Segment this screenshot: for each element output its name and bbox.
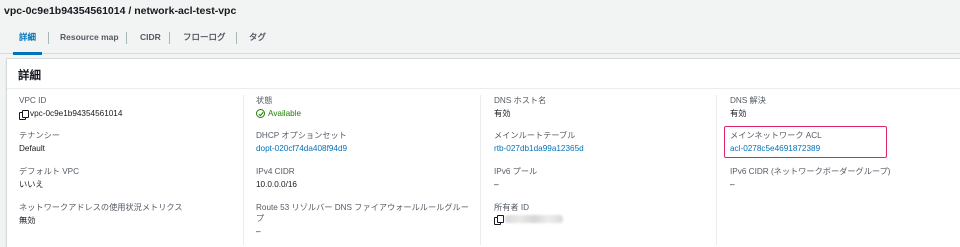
dhcp-options-link[interactable]: dopt-020cf74da408f94d9 xyxy=(256,143,347,154)
field-dhcp-options: DHCP オプションセット dopt-020cf74da408f94d9 xyxy=(256,130,347,154)
field-vpc-id: VPC ID vpc-0c9e1b94354561014 xyxy=(19,95,123,120)
field-ipv6-cidr: IPv6 CIDR (ネットワークボーダーグループ) – xyxy=(730,166,891,190)
field-ipv4-cidr: IPv4 CIDR 10.0.0.0/16 xyxy=(256,166,297,190)
tab-tags[interactable]: タグ xyxy=(249,22,266,54)
main-route-table-link[interactable]: rtb-027db1da99a12365d xyxy=(494,143,584,154)
field-label: IPv6 CIDR (ネットワークボーダーグループ) xyxy=(730,167,891,176)
field-label: DNS 解決 xyxy=(730,96,766,105)
field-route53-resolver: Route 53 リゾルバー DNS ファイアウォールルールグループ – xyxy=(256,202,474,237)
page-title: vpc-0c9e1b94354561014 / network-acl-test… xyxy=(4,5,237,17)
field-network-address-metrics: ネットワークアドレスの使用状況メトリクス 無効 xyxy=(19,202,183,226)
column-divider xyxy=(480,95,481,245)
field-label: ネットワークアドレスの使用状況メトリクス xyxy=(19,203,183,212)
field-value: – xyxy=(256,227,261,236)
field-tenancy: テナンシー Default xyxy=(19,130,60,154)
field-ipv6-pool: IPv6 プール – xyxy=(494,166,537,190)
tab-bar: 詳細 Resource map CIDR フローログ タグ xyxy=(0,22,960,55)
field-value: Default xyxy=(19,144,45,153)
field-default-vpc: デフォルト VPC いいえ xyxy=(19,166,79,190)
vpc-id-value: vpc-0c9e1b94354561014 xyxy=(30,109,123,118)
check-circle-icon xyxy=(256,109,265,118)
tab-divider xyxy=(48,32,49,44)
field-label: メインルートテーブル xyxy=(494,131,576,140)
tab-divider xyxy=(236,32,237,44)
field-main-route-table: メインルートテーブル rtb-027db1da99a12365d xyxy=(494,130,584,154)
tab-divider xyxy=(169,32,170,44)
field-label: DNS ホスト名 xyxy=(494,96,547,105)
field-label: DHCP オプションセット xyxy=(256,131,347,140)
field-label: デフォルト VPC xyxy=(19,167,80,176)
field-dns-hostnames: DNS ホスト名 有効 xyxy=(494,95,546,119)
tab-divider xyxy=(126,32,127,44)
field-label: 所有者 ID xyxy=(494,203,530,212)
field-value: Available xyxy=(256,108,301,119)
field-label: IPv4 CIDR xyxy=(256,167,295,176)
tab-flow-logs[interactable]: フローログ xyxy=(183,22,226,54)
copy-icon[interactable] xyxy=(494,215,504,225)
tab-resource-map[interactable]: Resource map xyxy=(60,22,119,54)
field-value: – xyxy=(494,180,499,189)
panel-header: 詳細 xyxy=(7,59,960,89)
column-divider xyxy=(716,95,717,245)
copy-icon[interactable] xyxy=(19,109,29,120)
field-label: 状態 xyxy=(256,96,273,105)
column-divider xyxy=(243,95,244,245)
panel-title: 詳細 xyxy=(18,70,41,82)
field-state: 状態 Available xyxy=(256,95,301,119)
tab-details[interactable]: 詳細 xyxy=(12,22,43,55)
field-value: 有効 xyxy=(730,109,747,118)
state-value: Available xyxy=(268,109,302,118)
field-label: IPv6 プール xyxy=(494,167,538,176)
field-value: 無効 xyxy=(19,216,36,225)
field-value xyxy=(494,215,563,225)
tab-cidr[interactable]: CIDR xyxy=(140,22,161,54)
field-value: 有効 xyxy=(494,109,511,118)
field-dns-resolution: DNS 解決 有効 xyxy=(730,95,766,119)
field-value: – xyxy=(730,180,735,189)
field-value: 10.0.0.0/16 xyxy=(256,180,297,189)
field-owner-id: 所有者 ID xyxy=(494,202,563,225)
field-label: テナンシー xyxy=(19,131,60,140)
owner-id-redacted xyxy=(505,215,563,223)
field-value: vpc-0c9e1b94354561014 xyxy=(19,108,123,120)
field-label: Route 53 リゾルバー DNS ファイアウォールルールグループ xyxy=(256,203,469,223)
highlight-box xyxy=(724,126,887,158)
field-label: VPC ID xyxy=(19,96,47,105)
field-value: いいえ xyxy=(19,180,44,189)
